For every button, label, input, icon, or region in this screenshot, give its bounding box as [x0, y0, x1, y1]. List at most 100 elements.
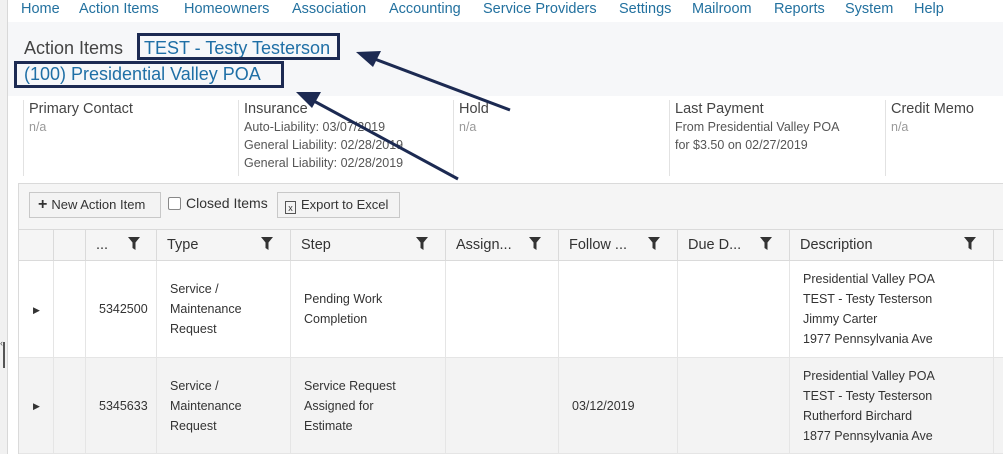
- last-payment-line: From Presidential Valley POA: [675, 120, 840, 134]
- id-value: 5345633: [99, 399, 148, 413]
- expand-cell: ▶: [19, 358, 54, 453]
- step-line: Estimate: [304, 419, 353, 433]
- select-cell[interactable]: [54, 358, 86, 453]
- expand-row-icon[interactable]: ▶: [33, 401, 40, 412]
- nav-action-items[interactable]: Action Items: [79, 0, 159, 19]
- nav-association[interactable]: Association: [292, 0, 366, 19]
- nav-mailroom[interactable]: Mailroom: [692, 0, 752, 19]
- description-line: TEST - Testy Testerson: [803, 389, 933, 403]
- filter-icon[interactable]: [261, 237, 273, 250]
- grid-header: ... Type Step Assign... Follow ... Due D…: [19, 229, 1003, 261]
- info-panel: [8, 96, 1003, 184]
- export-excel-button[interactable]: x Export to Excel: [277, 192, 400, 218]
- step-line: Assigned for: [304, 399, 374, 413]
- last-payment-label: Last Payment: [675, 101, 764, 117]
- insurance-line: General Liability: 02/28/2019: [244, 156, 404, 170]
- header-due-date[interactable]: Due D...: [678, 230, 790, 261]
- highlight-box-association: [14, 61, 284, 88]
- header-id[interactable]: ...: [86, 230, 157, 261]
- header-due-date-label: Due D...: [688, 237, 742, 253]
- description-line: Rutherford Birchard: [803, 409, 913, 423]
- follow-up-cell: [559, 261, 678, 357]
- description-cell: Presidential Valley POA TEST - Testy Tes…: [790, 358, 994, 453]
- follow-up-cell: 03/12/2019: [559, 358, 678, 453]
- closed-items-checkbox[interactable]: [168, 197, 181, 210]
- nav-system[interactable]: System: [845, 0, 893, 19]
- type-cell: Service / Maintenance Request: [157, 358, 291, 453]
- header-follow-up-label: Follow ...: [569, 237, 628, 253]
- header-description-label: Description: [800, 237, 873, 253]
- id-cell: 5342500: [86, 261, 157, 357]
- expand-cell: ▶: [19, 261, 54, 357]
- last-payment-section: Last Payment From Presidential Valley PO…: [669, 100, 839, 176]
- primary-contact-value: n/a: [29, 120, 47, 134]
- filter-icon[interactable]: [128, 237, 140, 250]
- type-cell: Service / Maintenance Request: [157, 261, 291, 357]
- credit-memo-section: Credit Memo n/a: [885, 100, 974, 176]
- nav-home[interactable]: Home: [21, 0, 60, 19]
- closed-items-label[interactable]: Closed Items: [186, 195, 268, 211]
- filter-icon[interactable]: [964, 237, 976, 250]
- header-follow-up[interactable]: Follow ...: [559, 230, 678, 261]
- page-title: Action Items: [24, 38, 124, 58]
- resize-handle[interactable]: [3, 342, 5, 368]
- assigned-cell: [446, 261, 559, 357]
- header-type[interactable]: Type: [157, 230, 291, 261]
- step-line: Completion: [304, 312, 368, 326]
- header-step-label: Step: [301, 237, 331, 253]
- filter-icon[interactable]: [648, 237, 660, 250]
- hold-section: Hold n/a: [453, 100, 489, 176]
- header-assigned[interactable]: Assign...: [446, 230, 559, 261]
- type-line: Request: [170, 419, 217, 433]
- filter-icon[interactable]: [416, 237, 428, 250]
- header-select-col: [54, 230, 86, 261]
- plus-icon: +: [38, 196, 48, 213]
- header-assigned-label: Assign...: [456, 237, 512, 253]
- action-items-grid: ... Type Step Assign... Follow ... Due D…: [18, 229, 1003, 454]
- table-row[interactable]: ▶ 5345633 Service / Maintenance Request …: [19, 358, 1003, 454]
- step-cell: Service Request Assigned for Estimate: [291, 358, 446, 453]
- grid-toolbar: [18, 183, 1003, 230]
- left-rail: ‹: [0, 0, 8, 454]
- insurance-section: Insurance Auto-Liability: 03/07/2019 Gen…: [238, 100, 403, 176]
- description-line: Jimmy Carter: [803, 312, 878, 326]
- filter-icon[interactable]: [529, 237, 541, 250]
- new-action-item-label: New Action Item: [51, 197, 146, 212]
- id-value: 5342500: [99, 302, 148, 316]
- hold-value: n/a: [459, 120, 477, 134]
- nav-accounting[interactable]: Accounting: [389, 0, 461, 19]
- id-cell: 5345633: [86, 358, 157, 453]
- credit-memo-label: Credit Memo: [891, 101, 974, 117]
- highlight-box-homeowner: [137, 33, 340, 60]
- assigned-cell: [446, 358, 559, 453]
- step-line: Pending Work: [304, 292, 383, 306]
- new-action-item-button[interactable]: + New Action Item: [29, 192, 161, 218]
- description-line: 1977 Pennsylvania Ave: [803, 332, 933, 346]
- last-payment-line: for $3.50 on 02/27/2019: [675, 138, 808, 152]
- expand-row-icon[interactable]: ▶: [33, 305, 40, 316]
- type-line: Service /: [170, 282, 219, 296]
- select-cell[interactable]: [54, 261, 86, 357]
- due-date-cell: [678, 358, 790, 453]
- export-excel-label: Export to Excel: [301, 197, 389, 212]
- description-line: Presidential Valley POA: [803, 369, 935, 383]
- nav-service-providers[interactable]: Service Providers: [483, 0, 597, 19]
- insurance-line: General Liability: 02/28/2019: [244, 138, 404, 152]
- step-line: Service Request: [304, 379, 396, 393]
- header-description[interactable]: Description: [790, 230, 994, 261]
- insurance-label: Insurance: [244, 101, 308, 117]
- type-line: Request: [170, 322, 217, 336]
- hold-label: Hold: [459, 101, 489, 117]
- description-line: Presidential Valley POA: [803, 272, 935, 286]
- type-line: Service /: [170, 379, 219, 393]
- table-row[interactable]: ▶ 5342500 Service / Maintenance Request …: [19, 261, 1003, 358]
- nav-homeowners[interactable]: Homeowners: [184, 0, 269, 19]
- nav-settings[interactable]: Settings: [619, 0, 671, 19]
- filter-icon[interactable]: [760, 237, 772, 250]
- type-line: Maintenance: [170, 302, 242, 316]
- nav-reports[interactable]: Reports: [774, 0, 825, 19]
- header-step[interactable]: Step: [291, 230, 446, 261]
- credit-memo-value: n/a: [891, 120, 909, 134]
- primary-contact-label: Primary Contact: [29, 101, 133, 117]
- nav-help[interactable]: Help: [914, 0, 944, 19]
